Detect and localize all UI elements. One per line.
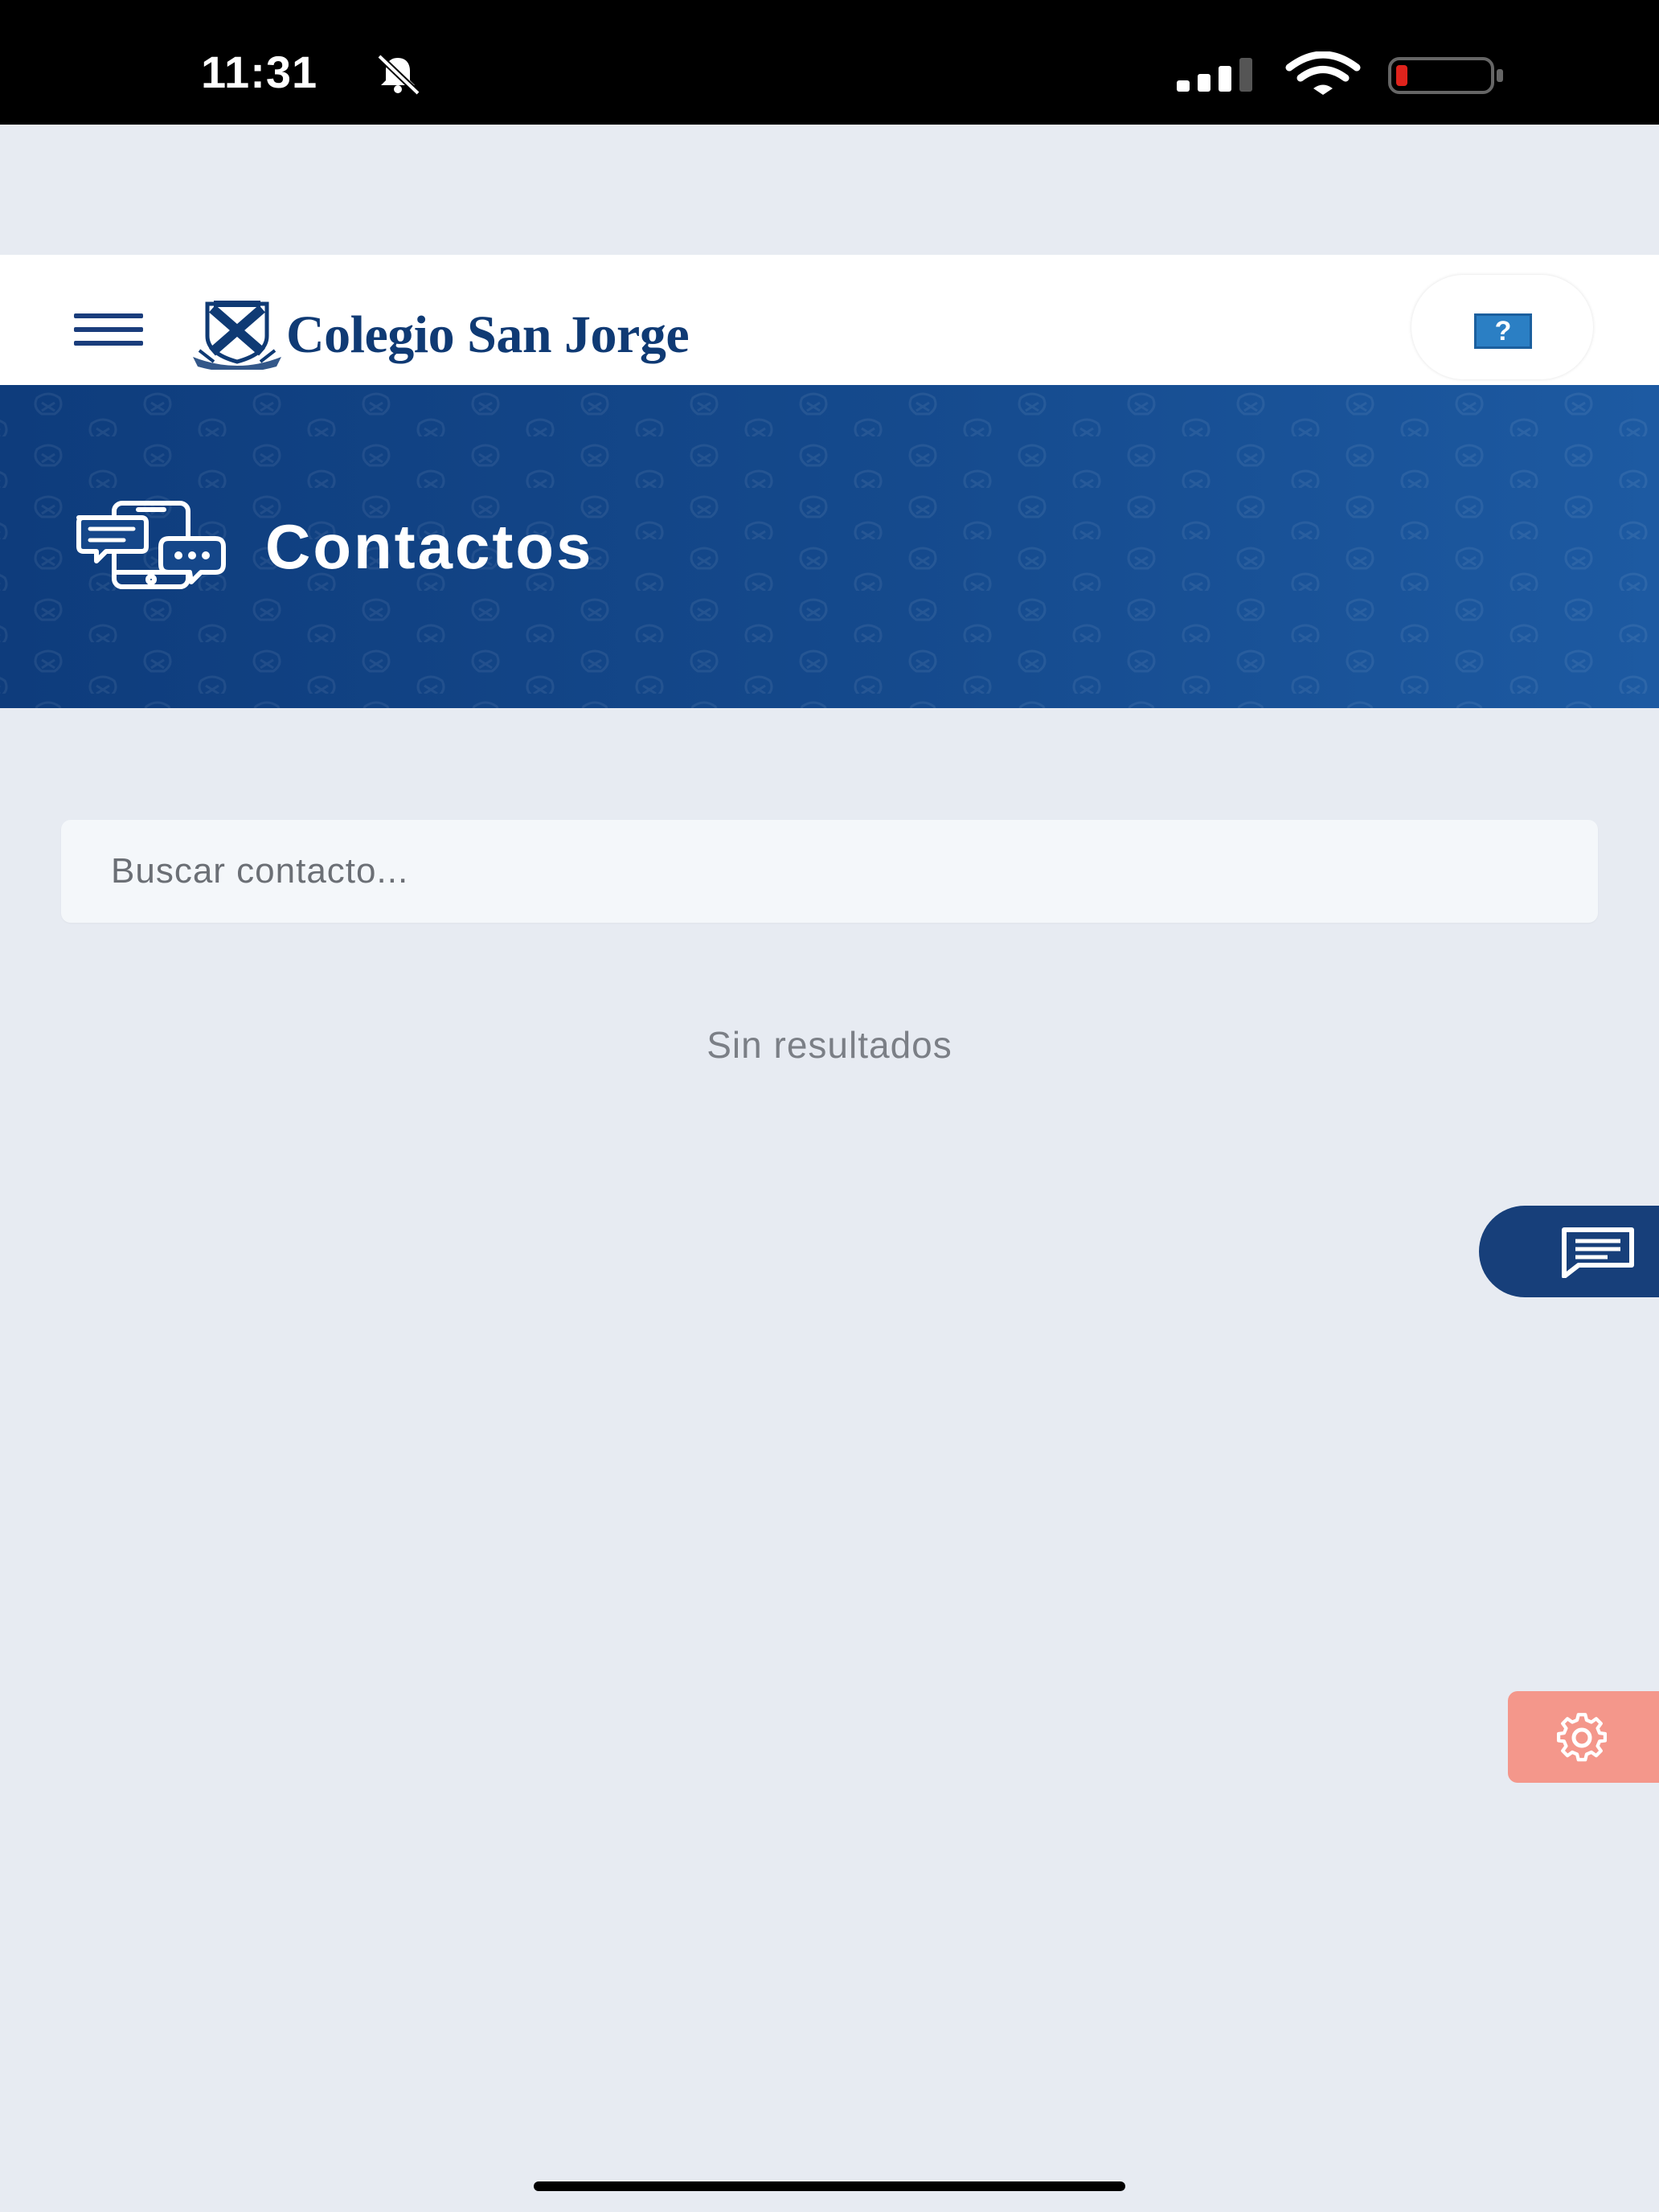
status-time: 11:31 <box>201 47 318 97</box>
school-crest-icon <box>193 301 281 370</box>
banner-pattern <box>0 385 1659 708</box>
status-bar: 11:31 <box>0 0 1659 125</box>
wifi-icon <box>1285 51 1361 95</box>
battery-low-icon <box>1388 57 1503 94</box>
gear-icon[interactable] <box>1543 1712 1620 1763</box>
empty-results-text: Sin resultados <box>707 1024 952 1066</box>
hamburger-menu-icon[interactable] <box>74 313 143 346</box>
top-spacer <box>0 125 1659 255</box>
bell-slash-icon <box>377 54 420 95</box>
search-input[interactable] <box>61 820 1598 923</box>
chat-message-icon[interactable] <box>1558 1227 1638 1278</box>
help-icon[interactable]: ? <box>1474 313 1532 349</box>
phone-chat-icon <box>76 501 226 589</box>
page-title: Contactos <box>265 511 594 582</box>
home-indicator <box>534 2181 1125 2191</box>
school-logo[interactable]: Colegio San Jorge <box>190 299 690 371</box>
signal-icon <box>1177 58 1252 92</box>
logo-text: Colegio San Jorge <box>286 305 690 364</box>
page-banner <box>0 385 1659 708</box>
